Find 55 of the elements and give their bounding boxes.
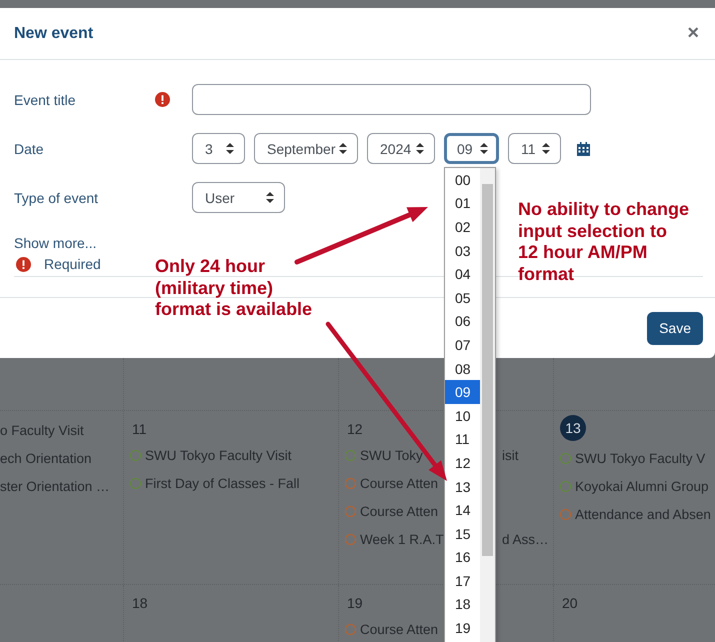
- event-title-field[interactable]: [192, 84, 591, 115]
- caret-icon: [480, 143, 488, 154]
- annotation-text: No ability to change input selection to 12 hour AM/PM format: [518, 199, 690, 285]
- required-icon: [155, 92, 170, 107]
- required-note: Required: [44, 256, 101, 272]
- field-label: Event title: [14, 92, 76, 108]
- hour-dropdown-list[interactable]: 00 01 02 03 04 05 06 07 08 09 10 11 12 13 14 15 16 17 18 19: [444, 167, 496, 642]
- hour-option[interactable]: 04: [445, 262, 480, 286]
- hour-option[interactable]: 14: [445, 498, 480, 522]
- hour-option[interactable]: 03: [445, 238, 480, 262]
- annotation-text: Only 24 hour (military time) format is available: [155, 256, 312, 320]
- hour-option[interactable]: 17: [445, 569, 480, 593]
- day-number: 13: [560, 415, 586, 441]
- caret-icon: [226, 143, 234, 154]
- hour-option[interactable]: 16: [445, 546, 480, 570]
- hour-option[interactable]: 13: [445, 474, 480, 498]
- hour-option[interactable]: 11: [445, 428, 480, 452]
- day-number: 19: [347, 595, 363, 611]
- required-icon: [16, 256, 31, 272]
- hour-option[interactable]: 08: [445, 356, 480, 380]
- dropdown-select[interactable]: 2024: [367, 133, 435, 164]
- hour-option[interactable]: 02: [445, 215, 480, 239]
- save-button[interactable]: Save: [647, 312, 703, 344]
- scrollbar[interactable]: [480, 168, 495, 642]
- hour-option[interactable]: 06: [445, 310, 480, 334]
- show-more-link[interactable]: Show more...: [14, 235, 96, 251]
- day-number: 18: [132, 595, 148, 611]
- field-label: Date: [14, 140, 45, 156]
- dropdown-select[interactable]: 3: [192, 133, 245, 164]
- caret-icon: [542, 143, 550, 154]
- dropdown-select[interactable]: September: [254, 133, 358, 164]
- hour-option[interactable]: 05: [445, 286, 480, 310]
- day-number: 11: [132, 421, 147, 437]
- dropdown-select[interactable]: 09: [444, 133, 499, 164]
- caret-icon: [416, 143, 424, 154]
- hour-option[interactable]: 10: [445, 404, 480, 428]
- hour-option[interactable]: 07: [445, 333, 480, 357]
- dialog-title: New event: [14, 24, 94, 42]
- hour-option[interactable]: 00: [445, 168, 480, 192]
- hour-option[interactable]: 12: [445, 451, 480, 475]
- field-label: Type of event: [14, 190, 100, 206]
- day-number: 20: [562, 595, 578, 611]
- hour-option[interactable]: 18: [445, 592, 480, 616]
- scrollbar-thumb[interactable]: [482, 184, 493, 556]
- caret-icon: [266, 192, 274, 203]
- hour-option[interactable]: 15: [445, 522, 480, 546]
- hour-option[interactable]: 09: [445, 380, 480, 404]
- dropdown-select[interactable]: 11: [508, 133, 561, 164]
- close-button[interactable]: ×: [685, 22, 701, 45]
- caret-icon: [339, 143, 347, 154]
- hour-option[interactable]: 19: [445, 616, 480, 640]
- day-number: 12: [347, 421, 363, 437]
- calendar-icon[interactable]: [577, 142, 590, 156]
- dropdown-select[interactable]: User: [192, 182, 285, 213]
- hour-option[interactable]: 01: [445, 192, 480, 216]
